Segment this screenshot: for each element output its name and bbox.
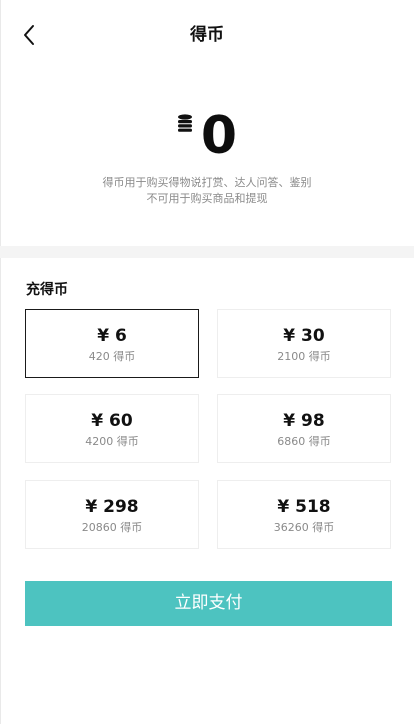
balance-value: 0 bbox=[200, 106, 238, 166]
option-coins: 20860 得币 bbox=[81, 521, 143, 534]
option-price: ¥ 298 bbox=[85, 497, 139, 517]
section-divider bbox=[0, 246, 414, 258]
option-price: ¥ 60 bbox=[91, 411, 133, 431]
option-price: ¥ 98 bbox=[283, 411, 325, 431]
option-coins: 420 得币 bbox=[88, 350, 136, 363]
option-coins: 2100 得币 bbox=[277, 350, 331, 363]
page-title: 得币 bbox=[190, 25, 224, 45]
balance-description: 得币用于购买得物说打赏、达人问答、鉴别 不可用于购买商品和提现 bbox=[0, 175, 414, 207]
pay-now-button[interactable]: 立即支付 bbox=[25, 581, 392, 626]
recharge-option-30[interactable]: ¥ 30 2100 得币 bbox=[217, 309, 391, 378]
option-price: ¥ 30 bbox=[283, 326, 325, 346]
recharge-option-518[interactable]: ¥ 518 36260 得币 bbox=[217, 480, 391, 549]
balance-display: 0 bbox=[0, 108, 414, 168]
coin-stack-icon bbox=[177, 114, 192, 132]
option-coins: 4200 得币 bbox=[85, 435, 139, 448]
recharge-option-298[interactable]: ¥ 298 20860 得币 bbox=[25, 480, 199, 549]
option-coins: 6860 得币 bbox=[277, 435, 331, 448]
option-coins: 36260 得币 bbox=[273, 521, 335, 534]
recharge-option-6[interactable]: ¥ 6 420 得币 bbox=[25, 309, 199, 378]
description-line-2: 不可用于购买商品和提现 bbox=[146, 192, 268, 205]
option-price: ¥ 6 bbox=[97, 326, 127, 346]
recharge-option-60[interactable]: ¥ 60 4200 得币 bbox=[25, 394, 199, 463]
description-line-1: 得币用于购买得物说打赏、达人问答、鉴别 bbox=[102, 176, 312, 189]
recharge-section-label: 充得币 bbox=[26, 282, 68, 298]
recharge-option-98[interactable]: ¥ 98 6860 得币 bbox=[217, 394, 391, 463]
header: 得币 bbox=[0, 0, 414, 70]
option-price: ¥ 518 bbox=[277, 497, 331, 517]
